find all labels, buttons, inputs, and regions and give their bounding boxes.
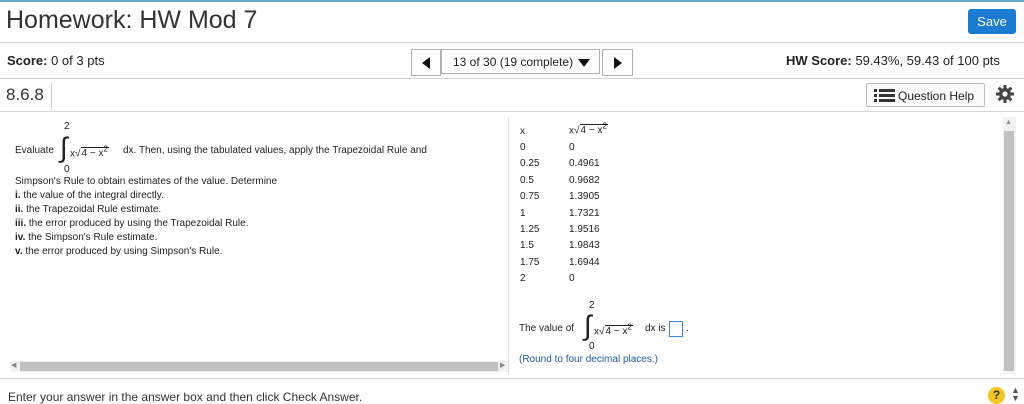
hw-score-label: HW Score: [786, 53, 852, 68]
problem-item: iii. the error produced by using the Tra… [15, 218, 249, 229]
score-display: Score: 0 of 3 pts [7, 53, 105, 68]
question-help-label: Question Help [898, 89, 975, 103]
table-cell-y: 1.9516 [569, 224, 600, 235]
table-cell-x: 0.75 [520, 191, 540, 202]
arrow-right-icon [614, 57, 622, 69]
table-cell-x: 0 [520, 142, 526, 153]
hw-score-value: 59.43%, 59.43 of 100 pts [855, 53, 1000, 68]
expand-toggle-icon[interactable]: ▲ ▼ [1011, 386, 1020, 403]
previous-question-button[interactable] [411, 49, 441, 76]
table-cell-x: 0.25 [520, 158, 540, 169]
table-header-x: x [520, 126, 525, 137]
problem-item: v. the error produced by using Simpson's… [15, 246, 223, 257]
problem-lead: Evaluate [15, 145, 54, 156]
table-cell-y: 0 [569, 273, 575, 284]
question-selector[interactable]: 13 of 30 (19 complete) [441, 49, 600, 74]
scroll-left-icon[interactable]: ◀ [11, 361, 16, 369]
integral-sign: ∫ [60, 132, 68, 163]
table-cell-y: 1.6944 [569, 257, 600, 268]
answer-lead: The value of [519, 323, 575, 334]
table-cell-y: 1.3905 [569, 191, 600, 202]
problem-item: iv. the Simpson's Rule estimate. [15, 232, 158, 243]
integrand: x√4 − x2 [70, 145, 109, 160]
table-cell-y: 1.7321 [569, 208, 600, 219]
table-cell-y: 0.9682 [569, 175, 600, 186]
list-icon [874, 89, 895, 102]
score-label: Score: [7, 53, 48, 68]
integral-sign: ∫ [584, 310, 592, 341]
help-icon[interactable]: ? [988, 387, 1005, 404]
answer-period: . [686, 323, 689, 334]
panel-divider [508, 117, 509, 375]
next-question-button[interactable] [602, 49, 633, 76]
problem-line1-rest: dx. Then, using the tabulated values, ap… [123, 145, 427, 156]
rounding-hint: (Round to four decimal places.) [519, 354, 658, 365]
page-title: Homework: HW Mod 7 [6, 6, 258, 34]
instruction-text: Enter your answer in the answer box and … [8, 390, 363, 404]
scroll-right-icon[interactable]: ▶ [500, 361, 505, 369]
table-cell-x: 1.5 [520, 240, 534, 251]
table-cell-y: 1.9843 [569, 240, 600, 251]
question-help-button[interactable]: Question Help [866, 83, 985, 107]
vertical-scrollbar-thumb[interactable] [1004, 131, 1014, 371]
hw-score-display: HW Score: 59.43%, 59.43 of 100 pts [786, 53, 1000, 68]
answer-tail: dx is [645, 323, 666, 334]
divider [0, 78, 1024, 79]
problem-item: ii. the Trapezoidal Rule estimate. [15, 204, 162, 215]
top-accent-line [0, 0, 1024, 2]
answer-input[interactable] [669, 321, 683, 337]
answer-lower-limit: 0 [589, 341, 595, 352]
save-button[interactable]: Save [968, 9, 1016, 34]
table-cell-x: 2 [520, 273, 526, 284]
chevron-down-icon [578, 59, 590, 67]
question-number-border [51, 82, 52, 110]
table-cell-x: 1.75 [520, 257, 540, 268]
table-header-fx: x√4 − x2 [569, 122, 608, 137]
lower-limit: 0 [64, 164, 70, 175]
problem-item: i. the value of the integral directly. [15, 190, 164, 201]
table-cell-x: 0.5 [520, 175, 534, 186]
divider [0, 111, 1024, 112]
gear-icon[interactable] [995, 84, 1015, 104]
question-selector-label: 13 of 30 (19 complete) [453, 55, 574, 69]
table-cell-y: 0 [569, 142, 575, 153]
horizontal-scrollbar-thumb[interactable] [20, 362, 498, 371]
upper-limit: 2 [64, 121, 70, 132]
arrow-left-icon [422, 57, 430, 69]
score-value: 0 of 3 pts [51, 53, 105, 68]
table-cell-x: 1.25 [520, 224, 540, 235]
scroll-up-icon[interactable]: ▲ [1005, 119, 1012, 126]
problem-line2: Simpson's Rule to obtain estimates of th… [15, 176, 278, 187]
answer-integrand: x√4 − x2 [594, 323, 633, 338]
divider [0, 42, 1024, 43]
question-number: 8.6.8 [6, 85, 44, 104]
divider [0, 378, 1024, 379]
table-cell-x: 1 [520, 208, 526, 219]
table-cell-y: 0.4961 [569, 158, 600, 169]
